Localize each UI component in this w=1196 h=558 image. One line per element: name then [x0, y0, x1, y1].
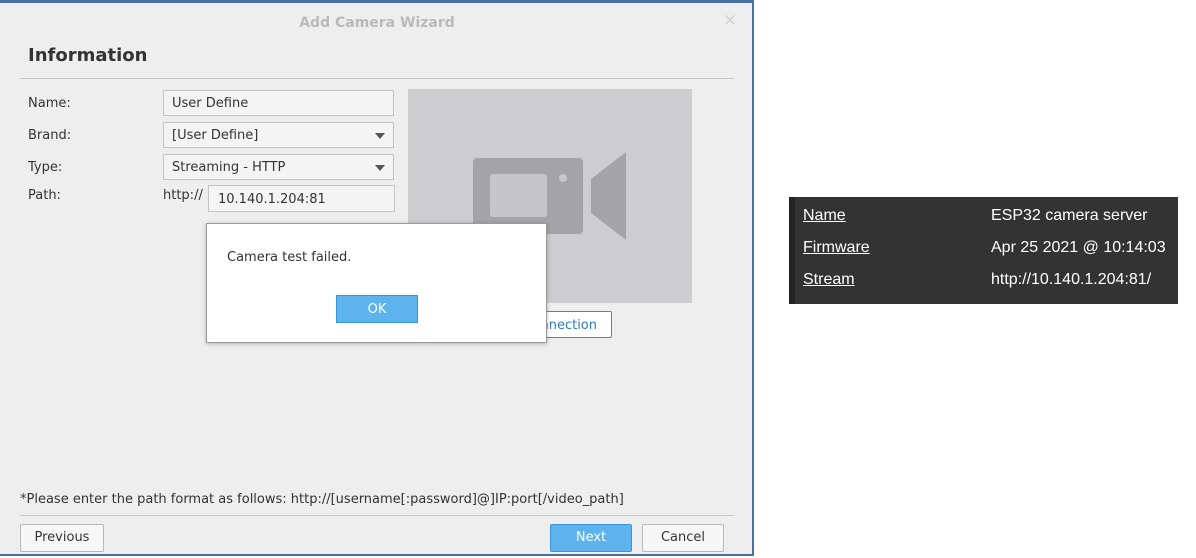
dialog-message: Camera test failed. [227, 250, 352, 265]
brand-select[interactable]: [User Define] [163, 122, 394, 148]
section-title: Information [28, 45, 148, 66]
type-label: Type: [28, 160, 63, 175]
ok-button[interactable]: OK [336, 295, 418, 323]
info-row-firmware: Firmware Apr 25 2021 @ 10:14:03 [803, 239, 1173, 259]
brand-select-value: [User Define] [172, 128, 259, 143]
dropdown-caret-icon [375, 165, 385, 171]
camera-info-panel: Name ESP32 camera server Firmware Apr 25… [789, 197, 1178, 304]
info-value: http://10.140.1.204:81/ [991, 271, 1152, 288]
add-camera-wizard-window: Add Camera Wizard ✕ Information Name: Us… [0, 0, 754, 556]
window-title: Add Camera Wizard [299, 15, 455, 31]
divider [20, 78, 734, 79]
info-key-link[interactable]: Firmware [803, 239, 870, 257]
name-input-value: User Define [172, 96, 249, 111]
brand-label: Brand: [28, 128, 72, 143]
error-dialog: Camera test failed. OK [206, 223, 547, 343]
path-input-value: 10.140.1.204:81 [218, 192, 326, 207]
path-format-hint: *Please enter the path format as follows… [20, 492, 624, 507]
path-label: Path: [28, 188, 61, 203]
info-key-link[interactable]: Stream [803, 271, 855, 289]
close-icon[interactable]: ✕ [722, 13, 738, 30]
info-key-link[interactable]: Name [803, 207, 846, 225]
info-value: ESP32 camera server [991, 207, 1148, 224]
path-prefix: http:// [163, 188, 203, 203]
name-input[interactable]: User Define [163, 90, 394, 116]
divider [20, 515, 734, 516]
info-value: Apr 25 2021 @ 10:14:03 [991, 239, 1166, 256]
type-select-value: Streaming - HTTP [172, 160, 286, 175]
info-row-stream: Stream http://10.140.1.204:81/ [803, 271, 1173, 291]
cancel-button[interactable]: Cancel [642, 524, 724, 552]
path-input[interactable]: 10.140.1.204:81 [208, 185, 395, 212]
type-select[interactable]: Streaming - HTTP [163, 154, 394, 180]
info-row-name: Name ESP32 camera server [803, 207, 1173, 227]
previous-button[interactable]: Previous [20, 524, 104, 552]
next-button[interactable]: Next [550, 524, 632, 552]
name-label: Name: [28, 96, 71, 111]
dropdown-caret-icon [375, 133, 385, 139]
